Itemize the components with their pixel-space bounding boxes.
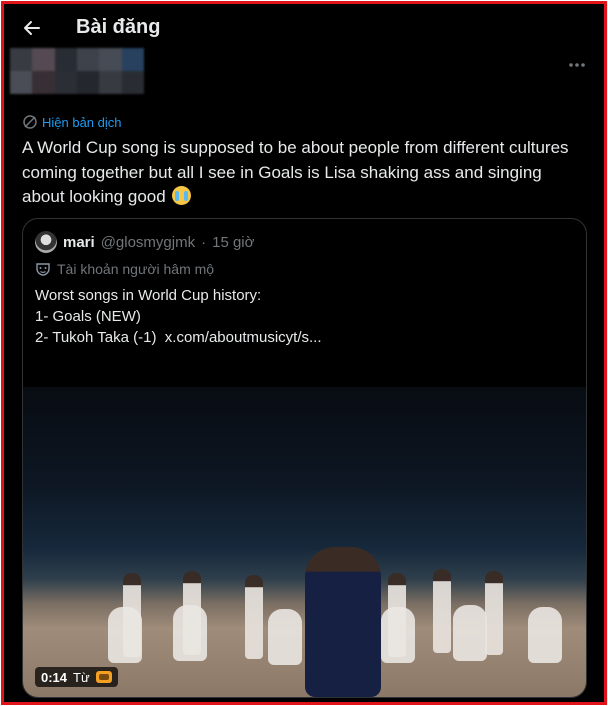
page-title: Bài đăng [76,16,161,38]
video-frame-figure [528,607,562,663]
separator-dot: · [201,233,207,251]
more-dots-icon [569,63,585,67]
tweet-body: A World Cup song is supposed to be about… [22,138,569,206]
avatar[interactable] [35,231,57,253]
video-timestamp-badge: 0:14 Từ [35,667,118,687]
source-account-icon [95,671,112,683]
blurred-author-info[interactable] [10,48,144,94]
quote-line: Worst songs in World Cup history: [35,287,262,304]
video-frame-figure [381,607,415,663]
quote-author-handle: @glosmygjmk [100,233,196,251]
video-player[interactable]: 0:14 Từ [23,387,586,697]
video-source-label: Từ [73,669,90,685]
theater-mask-icon [36,263,50,276]
quote-author-name[interactable]: mari [63,234,95,251]
video-frame-figure [268,609,302,665]
quote-timestamp[interactable]: 15 giờ [212,234,254,251]
app-frame: Bài đăng Hiện bản dịch A World Cup song … [1,1,607,705]
video-frame-figure [108,607,142,663]
fan-account-label: Tài khoản người hâm mộ [35,261,214,277]
translate-row[interactable]: Hiện bản dịch [22,113,122,131]
back-button[interactable] [18,14,46,42]
video-frame-figure [485,571,503,655]
quote-header: mari @glosmygjmk · 15 giờ [35,231,254,253]
quote-line: 1- Goals (NEW) [35,308,141,325]
arrow-left-icon [24,21,40,35]
show-translation-link[interactable]: Hiện bản dịch [42,115,122,130]
quote-body: Worst songs in World Cup history: 1- Goa… [35,285,565,348]
crying-face-icon [172,186,192,205]
quote-line: 2- Tukoh Taka (-1) x.com/aboutmusicyt/s.… [35,329,322,346]
quoted-tweet[interactable]: mari @glosmygjmk · 15 giờ Tài khoản ngườ… [22,218,587,698]
video-frame-figure [173,605,207,661]
page-header: Bài đăng [4,4,604,52]
video-frame-figure [305,547,381,697]
video-frame-figure [433,569,451,653]
video-frame-figure [453,605,487,661]
account-label-text: Tài khoản người hâm mộ [57,261,215,277]
video-frame-figure [245,575,263,659]
tweet-text: A World Cup song is supposed to be about… [22,136,572,210]
video-timestamp: 0:14 [41,669,68,685]
translate-icon [23,115,37,129]
more-options-button[interactable] [564,52,590,78]
